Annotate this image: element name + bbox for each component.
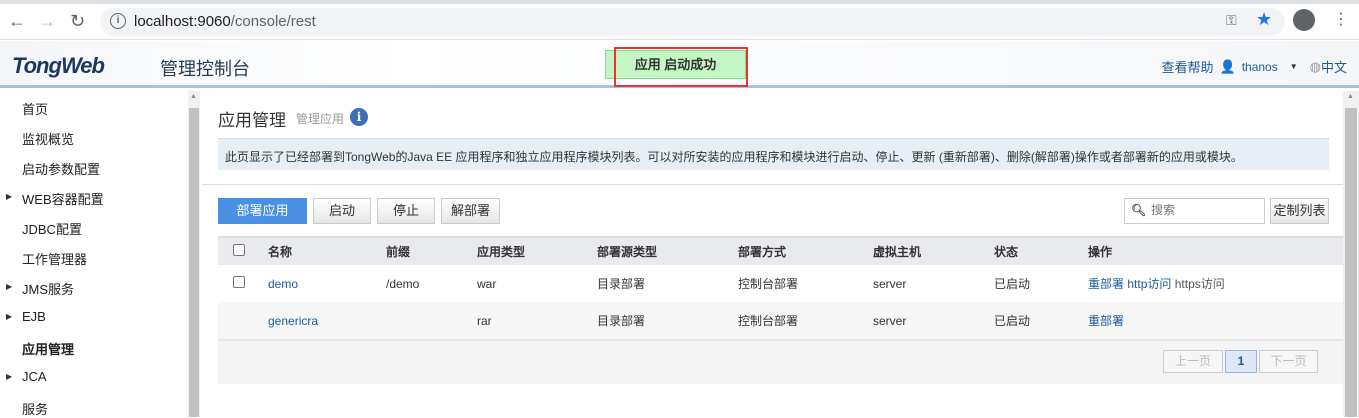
help-link[interactable]: 查看帮助 — [1161, 57, 1213, 76]
start-button[interactable]: 启动 — [313, 198, 371, 224]
site-info-icon[interactable]: i — [110, 13, 126, 29]
sidebar-item[interactable]: JDBC配置 — [22, 219, 82, 238]
page-1-button[interactable]: 1 — [1225, 350, 1257, 373]
tab-strip — [0, 0, 1359, 4]
expand-arrow-icon[interactable]: ▶ — [6, 312, 12, 321]
column-header[interactable]: 部署方式 — [738, 236, 873, 265]
host-cell: server — [873, 302, 994, 339]
page-title: 应用管理 — [218, 111, 286, 130]
chevron-down-icon[interactable]: ▼ — [1290, 62, 1298, 71]
sidebar-item[interactable]: 应用管理 — [22, 339, 74, 358]
https-access-link[interactable]: https访问 — [1175, 277, 1225, 291]
sidebar-item[interactable]: 监视概览 — [22, 129, 74, 148]
app-header: TongWeb 管理控制台 应用 启动成功 查看帮助 👤 thanos ▼ ◍ … — [0, 41, 1359, 88]
browser-toolbar: ← → ↻ i localhost:9060/console/rest ⚿ ★ … — [0, 0, 1359, 40]
next-page-button[interactable]: 下一页 — [1259, 350, 1318, 373]
column-header[interactable]: 应用类型 — [477, 236, 597, 265]
undeploy-button[interactable]: 解部署 — [441, 198, 500, 224]
bookmark-star-icon[interactable]: ★ — [1256, 9, 1272, 30]
user-icon: 👤 — [1219, 58, 1236, 74]
reload-icon[interactable]: ↻ — [70, 11, 85, 32]
prev-page-button[interactable]: 上一页 — [1163, 350, 1223, 373]
row-checkbox[interactable] — [233, 276, 245, 288]
highlight-outline — [614, 47, 748, 87]
key-icon[interactable]: ⚿ — [1226, 12, 1237, 29]
forward-icon[interactable]: → — [38, 11, 56, 32]
column-header: 操作 — [1088, 236, 1343, 265]
profile-avatar-icon[interactable] — [1293, 9, 1315, 31]
main-scrollbar[interactable]: ▲ — [1343, 91, 1359, 417]
column-header[interactable]: 部署源类型 — [597, 236, 738, 265]
page-subtitle: 管理应用 — [296, 112, 345, 126]
column-header[interactable]: 虚拟主机 — [873, 236, 994, 265]
prefix-cell — [386, 302, 477, 339]
scroll-up-icon[interactable]: ▲ — [190, 93, 197, 100]
back-icon[interactable]: ← — [8, 11, 26, 32]
column-header[interactable]: 状态 — [994, 236, 1088, 265]
table-row: demo /demo war 目录部署 控制台部署 server 已启动 重部署… — [218, 265, 1343, 302]
logo-suffix: 管理控制台 — [160, 59, 250, 79]
source-cell: 目录部署 — [597, 302, 738, 339]
sidebar-item[interactable]: EJB — [22, 309, 46, 324]
expand-arrow-icon[interactable]: ▶ — [6, 282, 12, 291]
tongweb-logo: TongWeb — [12, 53, 105, 78]
sidebar-item[interactable]: 首页 — [22, 99, 48, 118]
prefix-cell: /demo — [386, 276, 420, 291]
divider — [202, 184, 1343, 185]
sidebar-item[interactable]: JCA — [22, 369, 47, 384]
sidebar-item[interactable]: WEB容器配置 — [22, 189, 104, 208]
url-path: /console/rest — [230, 13, 316, 30]
select-all-checkbox[interactable] — [233, 244, 245, 256]
more-menu-icon[interactable]: ⋮ — [1333, 9, 1349, 29]
address-bar[interactable]: i localhost:9060/console/rest — [100, 8, 1285, 36]
table-footer: 上一页 1 下一页 — [218, 339, 1343, 384]
stop-button[interactable]: 停止 — [377, 198, 435, 224]
sidebar-scrollbar[interactable]: ▲ — [188, 91, 200, 417]
method-cell: 控制台部署 — [738, 277, 799, 291]
host-cell: server — [873, 276, 907, 291]
column-header[interactable]: 前缀 — [386, 236, 477, 265]
sidebar-item[interactable]: 启动参数配置 — [22, 159, 100, 178]
sidebar-item[interactable]: 服务 — [22, 399, 48, 418]
status-cell: 已启动 — [994, 277, 1031, 291]
type-cell: war — [477, 276, 497, 291]
table-header-row: 名称 前缀 应用类型 部署源类型 部署方式 虚拟主机 状态 操作 — [218, 236, 1343, 265]
app-name-link[interactable]: demo — [268, 277, 298, 291]
language-switch[interactable]: 中文 — [1321, 57, 1347, 76]
user-menu[interactable]: thanos — [1242, 60, 1278, 74]
redeploy-link[interactable]: 重部署 — [1088, 277, 1124, 291]
type-cell: rar — [477, 302, 597, 339]
app-name-link[interactable]: genericra — [268, 314, 318, 328]
method-cell: 控制台部署 — [738, 302, 873, 339]
sidebar-item[interactable]: JMS服务 — [22, 279, 74, 298]
search-input[interactable] — [1151, 203, 1261, 217]
column-header[interactable]: 名称 — [268, 236, 386, 265]
globe-icon: ◍ — [1309, 58, 1321, 74]
expand-arrow-icon[interactable]: ▶ — [6, 372, 12, 381]
url-host: localhost:9060 — [134, 13, 231, 30]
table-row: genericra rar 目录部署 控制台部署 server 已启动 重部署 — [218, 302, 1343, 339]
status-cell: 已启动 — [994, 302, 1088, 339]
sidebar-item[interactable]: 工作管理器 — [22, 249, 87, 268]
http-access-link[interactable]: http访问 — [1127, 277, 1171, 291]
source-cell: 目录部署 — [597, 277, 646, 291]
scroll-up-icon[interactable]: ▲ — [1347, 93, 1354, 100]
search-icon: 🔍︎ — [1131, 203, 1147, 217]
search-box[interactable]: 🔍︎ — [1124, 198, 1265, 224]
expand-arrow-icon[interactable]: ▶ — [6, 192, 12, 201]
customize-list-button[interactable]: 定制列表 — [1270, 198, 1329, 224]
applications-table: 名称 前缀 应用类型 部署源类型 部署方式 虚拟主机 状态 操作 demo /d… — [218, 236, 1343, 339]
redeploy-link[interactable]: 重部署 — [1088, 314, 1124, 328]
sidebar: ▲ 首页监视概览启动参数配置 ▶ WEB容器配置 JDBC配置 工作管理器 ▶ JMS服务 ▶… — [0, 91, 200, 417]
deploy-button[interactable]: 部署应用 — [218, 198, 307, 224]
info-icon[interactable]: i — [350, 108, 368, 126]
page-description: 此页显示了已经部署到TongWeb的Java EE 应用程序和独立应用程序模块列… — [218, 138, 1329, 170]
